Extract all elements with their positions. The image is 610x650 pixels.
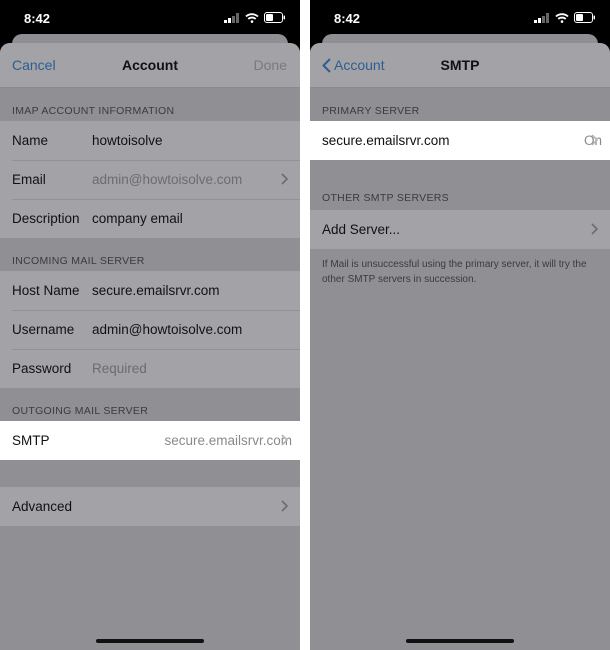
incoming-group: Host Name secure.emailsrvr.com Username … [0, 271, 300, 388]
status-time: 8:42 [24, 11, 51, 26]
add-server-label: Add Server... [322, 222, 401, 237]
status-bar: 8:42 [310, 0, 610, 38]
primary-server-row[interactable]: secure.emailsrvr.com On [310, 121, 610, 160]
username-row[interactable]: Username admin@howtoisolve.com [0, 310, 300, 349]
page-title: SMTP [440, 57, 480, 73]
chevron-right-icon [281, 500, 288, 512]
advanced-group: Advanced [0, 487, 300, 526]
status-bar: 8:42 [0, 0, 300, 38]
other-section-header: OTHER SMTP SERVERS [322, 192, 449, 204]
email-field: admin@howtoisolve.com [92, 172, 243, 187]
description-row[interactable]: Description company email [0, 199, 300, 238]
username-label: Username [12, 322, 75, 337]
add-server-row[interactable]: Add Server... [310, 210, 610, 249]
imap-group: Name howtoisolve Email admin@howtoisolve… [0, 121, 300, 238]
description-label: Description [12, 211, 80, 226]
battery-icon [574, 12, 595, 23]
nav-bar: Cancel Account Done [0, 43, 300, 88]
name-field[interactable]: howtoisolve [92, 133, 300, 148]
primary-group: secure.emailsrvr.com On [310, 121, 610, 160]
footnote: If Mail is unsuccessful using the primar… [322, 259, 587, 285]
nav-bar: Account SMTP [310, 43, 610, 88]
name-row[interactable]: Name howtoisolve [0, 121, 300, 160]
password-field[interactable]: Required [92, 361, 300, 376]
smtp-row[interactable]: SMTP secure.emailsrvr.com [0, 421, 300, 460]
advanced-row[interactable]: Advanced [0, 487, 300, 526]
primary-section-header: PRIMARY SERVER [322, 105, 420, 117]
done-button[interactable]: Done [254, 57, 287, 73]
outgoing-section-header: OUTGOING MAIL SERVER [12, 405, 149, 417]
home-indicator [96, 639, 204, 643]
chevron-right-icon [281, 434, 288, 446]
advanced-label: Advanced [12, 499, 73, 514]
cellular-signal-icon [534, 12, 549, 23]
description-field[interactable]: company email [92, 211, 300, 226]
host-name-row[interactable]: Host Name secure.emailsrvr.com [0, 271, 300, 310]
username-field[interactable]: admin@howtoisolve.com [92, 322, 300, 337]
other-group: Add Server... [310, 210, 610, 249]
smtp-label: SMTP [12, 433, 50, 448]
wifi-icon [555, 12, 569, 23]
outgoing-group: SMTP secure.emailsrvr.com [0, 421, 300, 460]
host-name-field[interactable]: secure.emailsrvr.com [92, 283, 300, 298]
host-name-label: Host Name [12, 283, 80, 298]
smtp-sheet: Account SMTP PRIMARY SERVER secure.email… [310, 43, 610, 650]
name-label: Name [12, 133, 49, 148]
account-screen: 8:42 Cancel Account Done IMAP ACCOUNT IN… [0, 0, 300, 650]
password-row[interactable]: Password Required [0, 349, 300, 388]
smtp-value: secure.emailsrvr.com [164, 433, 292, 448]
wifi-icon [245, 12, 259, 23]
chevron-right-icon [281, 173, 288, 185]
account-sheet: Cancel Account Done IMAP ACCOUNT INFORMA… [0, 43, 300, 650]
imap-section-header: IMAP ACCOUNT INFORMATION [12, 105, 175, 117]
status-time: 8:42 [334, 11, 361, 26]
incoming-section-header: INCOMING MAIL SERVER [12, 255, 145, 267]
home-indicator [406, 639, 514, 643]
chevron-right-icon [591, 223, 598, 235]
email-label: Email [12, 172, 46, 187]
primary-server-label: secure.emailsrvr.com [322, 133, 450, 148]
battery-icon [264, 12, 285, 23]
smtp-screen: 8:42 Account SMTP PRIMARY SERVER secure.… [310, 0, 610, 650]
password-label: Password [12, 361, 72, 376]
chevron-right-icon [591, 134, 598, 146]
cellular-signal-icon [224, 12, 239, 23]
email-row[interactable]: Email admin@howtoisolve.com [0, 160, 300, 199]
